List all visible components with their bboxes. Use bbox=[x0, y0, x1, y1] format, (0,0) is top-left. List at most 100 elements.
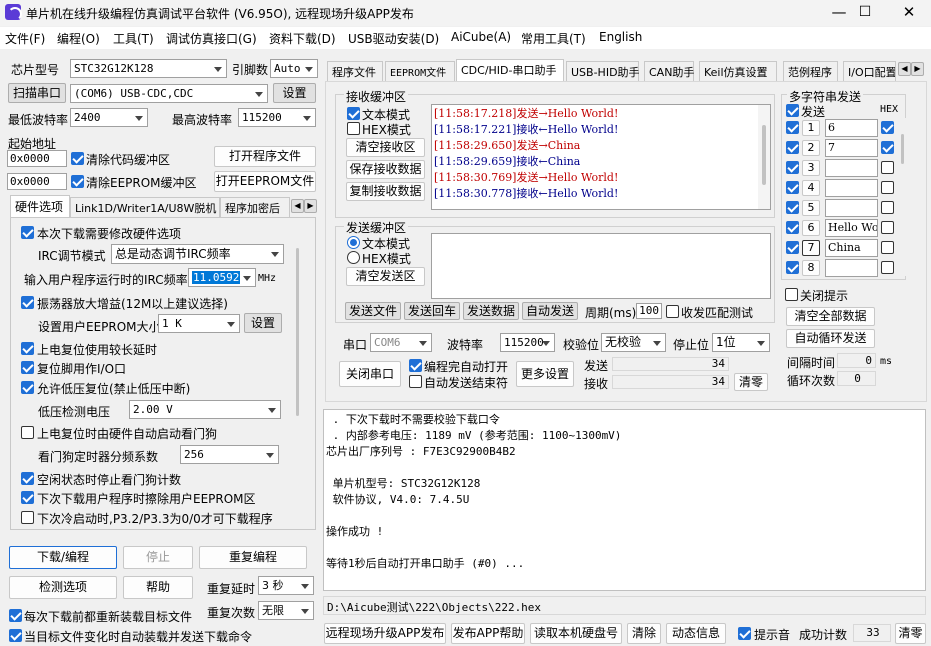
clear-code-buffer-checkbox[interactable] bbox=[71, 152, 84, 165]
multi-row-text-input[interactable]: 6 bbox=[825, 119, 878, 137]
help-button[interactable]: 帮助 bbox=[123, 576, 193, 599]
stop-bits-select[interactable]: 1位 bbox=[712, 333, 770, 352]
multi-row-send-button[interactable]: 3 bbox=[802, 160, 820, 176]
copy-receive-button[interactable]: 复制接收数据 bbox=[346, 182, 425, 201]
menu-aicube[interactable]: AiCube(A) bbox=[451, 30, 511, 44]
multi-row-hex-checkbox[interactable] bbox=[881, 261, 894, 274]
multi-row-text-input[interactable]: Hello Wo bbox=[825, 219, 878, 237]
multi-row-send-checkbox[interactable] bbox=[786, 261, 799, 274]
hw-watchdog-checkbox[interactable] bbox=[21, 426, 34, 439]
serial-port-select[interactable]: COM6 bbox=[370, 333, 432, 352]
long-reset-delay-checkbox[interactable] bbox=[21, 342, 34, 355]
loop-count-input[interactable]: 0 bbox=[837, 371, 876, 386]
options-scroll-thumb[interactable] bbox=[296, 248, 299, 416]
auto-send-button[interactable]: 自动发送 bbox=[522, 302, 578, 320]
tab-program-file[interactable]: 程序文件 bbox=[327, 61, 383, 81]
tx-hex-mode-radio[interactable] bbox=[347, 251, 360, 264]
send-file-button[interactable]: 发送文件 bbox=[345, 302, 401, 320]
tx-text-mode-radio[interactable] bbox=[347, 236, 360, 249]
stop-button[interactable]: 停止 bbox=[123, 546, 193, 569]
menu-english[interactable]: English bbox=[599, 30, 642, 44]
remote-upgrade-publish-button[interactable]: 远程现场升级APP发布 bbox=[324, 623, 446, 644]
open-eeprom-file-button[interactable]: 打开EEPROM文件 bbox=[214, 171, 316, 192]
download-program-button[interactable]: 下载/编程 bbox=[9, 546, 117, 569]
multi-row-hex-checkbox[interactable] bbox=[881, 241, 894, 254]
osc-gain-checkbox[interactable] bbox=[21, 296, 34, 309]
multi-row-send-button[interactable]: 2 bbox=[802, 140, 820, 156]
clear-send-button[interactable]: 清空发送区 bbox=[346, 267, 425, 286]
modify-hw-options-checkbox[interactable] bbox=[21, 226, 34, 239]
match-test-checkbox[interactable] bbox=[666, 305, 679, 318]
wdt-prescaler-select[interactable]: 256 bbox=[180, 445, 279, 464]
reset-success-count-button[interactable]: 清零 bbox=[895, 623, 926, 644]
tab-usb-hid-assistant[interactable]: USB-HID助手 bbox=[566, 61, 640, 81]
close-tip-checkbox[interactable] bbox=[785, 288, 798, 301]
eeprom-size-select[interactable]: 1 K bbox=[158, 314, 240, 333]
tab-io-config[interactable]: I/O口配置 bbox=[843, 61, 896, 81]
multi-row-send-button[interactable]: 8 bbox=[802, 260, 820, 276]
send-data-button[interactable]: 发送数据 bbox=[463, 302, 519, 320]
more-settings-button[interactable]: 更多设置 bbox=[516, 361, 574, 387]
repeat-delay-select[interactable]: 3 秒 bbox=[258, 576, 314, 595]
multi-row-send-checkbox[interactable] bbox=[786, 181, 799, 194]
multi-row-hex-checkbox[interactable] bbox=[881, 201, 894, 214]
tab-scroll-right-icon[interactable]: ▶ bbox=[304, 199, 317, 213]
clear-output-button[interactable]: 清除 bbox=[627, 623, 661, 644]
multi-row-send-checkbox[interactable] bbox=[786, 121, 799, 134]
menu-usb-driver[interactable]: USB驱动安装(D) bbox=[348, 30, 439, 47]
menu-common-tools[interactable]: 常用工具(T) bbox=[521, 30, 586, 47]
irc-mode-select[interactable]: 总是动态调节IRC频率 bbox=[111, 244, 284, 264]
menu-file[interactable]: 文件(F) bbox=[5, 30, 45, 47]
tab-serial-assistant[interactable]: CDC/HID-串口助手 bbox=[456, 59, 564, 81]
close-port-button[interactable]: 关闭串口 bbox=[339, 361, 401, 387]
multi-row-send-button[interactable]: 6 bbox=[802, 220, 820, 236]
receive-log-area[interactable]: [11:58:17.218]发送→Hello World! [11:58:17.2… bbox=[431, 104, 771, 210]
tab-program-encrypt[interactable]: 程序加密后 bbox=[220, 197, 290, 217]
port-settings-button[interactable]: 设置 bbox=[273, 83, 316, 103]
baud-select[interactable]: 115200 bbox=[500, 333, 555, 352]
reload-each-checkbox[interactable] bbox=[9, 609, 22, 622]
multi-row-send-button[interactable]: 4 bbox=[802, 180, 820, 196]
clear-eeprom-buffer-checkbox[interactable] bbox=[71, 175, 84, 188]
multi-scrollbar[interactable] bbox=[899, 118, 906, 276]
max-baud-select[interactable]: 115200 bbox=[238, 108, 316, 127]
auto-send-end-checkbox[interactable] bbox=[409, 375, 422, 388]
multi-row-send-checkbox[interactable] bbox=[786, 201, 799, 214]
parity-select[interactable]: 无校验 bbox=[601, 333, 666, 352]
clear-receive-button[interactable]: 清空接收区 bbox=[346, 138, 425, 157]
rx-text-mode-checkbox[interactable] bbox=[347, 107, 360, 120]
rx-hex-mode-checkbox[interactable] bbox=[347, 122, 360, 135]
tab-scroll-left-icon[interactable]: ◀ bbox=[291, 199, 304, 213]
multi-row-send-button[interactable]: 7 bbox=[802, 240, 820, 256]
options-scrollbar[interactable] bbox=[293, 226, 302, 526]
reset-pin-io-checkbox[interactable] bbox=[21, 361, 34, 374]
output-log-area[interactable]: . 下次下载时不需要校验下载口令 . 内部参考电压: 1189 mV (参考范围… bbox=[323, 409, 926, 591]
multi-row-send-checkbox[interactable] bbox=[786, 161, 799, 174]
erase-eeprom-checkbox[interactable] bbox=[21, 491, 34, 504]
multi-row-text-input[interactable] bbox=[825, 179, 878, 197]
multi-row-send-button[interactable]: 5 bbox=[802, 200, 820, 216]
multi-row-text-input[interactable] bbox=[825, 159, 878, 177]
tab-eeprom-file[interactable]: EEPROM文件 bbox=[385, 61, 455, 81]
multi-row-text-input[interactable] bbox=[825, 259, 878, 277]
clear-all-data-button[interactable]: 清空全部数据 bbox=[786, 307, 875, 326]
tab-hardware-options[interactable]: 硬件选项 bbox=[10, 195, 70, 217]
multi-row-send-button[interactable]: 1 bbox=[802, 120, 820, 136]
lvd-select[interactable]: 2.00 V bbox=[129, 400, 281, 419]
maximize-button[interactable]: ☐ bbox=[842, 0, 888, 26]
multi-row-text-input[interactable]: China bbox=[825, 239, 878, 257]
multi-row-send-checkbox[interactable] bbox=[786, 241, 799, 254]
right-tab-scroll-left-icon[interactable]: ◀ bbox=[898, 62, 911, 76]
menu-debug-interface[interactable]: 调试仿真接口(G) bbox=[166, 30, 257, 47]
tab-keil-settings[interactable]: Keil仿真设置 bbox=[699, 61, 777, 81]
send-text-area[interactable] bbox=[431, 233, 771, 299]
receive-scrollbar[interactable] bbox=[758, 105, 770, 209]
auto-loop-send-button[interactable]: 自动循环发送 bbox=[786, 329, 875, 348]
eeprom-size-set-button[interactable]: 设置 bbox=[244, 313, 282, 333]
read-disk-id-button[interactable]: 读取本机硬盘号 bbox=[530, 623, 622, 644]
multi-row-hex-checkbox[interactable] bbox=[881, 141, 894, 154]
multi-scroll-thumb[interactable] bbox=[901, 134, 904, 164]
period-input[interactable]: 100 bbox=[636, 303, 662, 319]
multi-row-hex-checkbox[interactable] bbox=[881, 161, 894, 174]
clear-count-button[interactable]: 清零 bbox=[734, 373, 768, 391]
